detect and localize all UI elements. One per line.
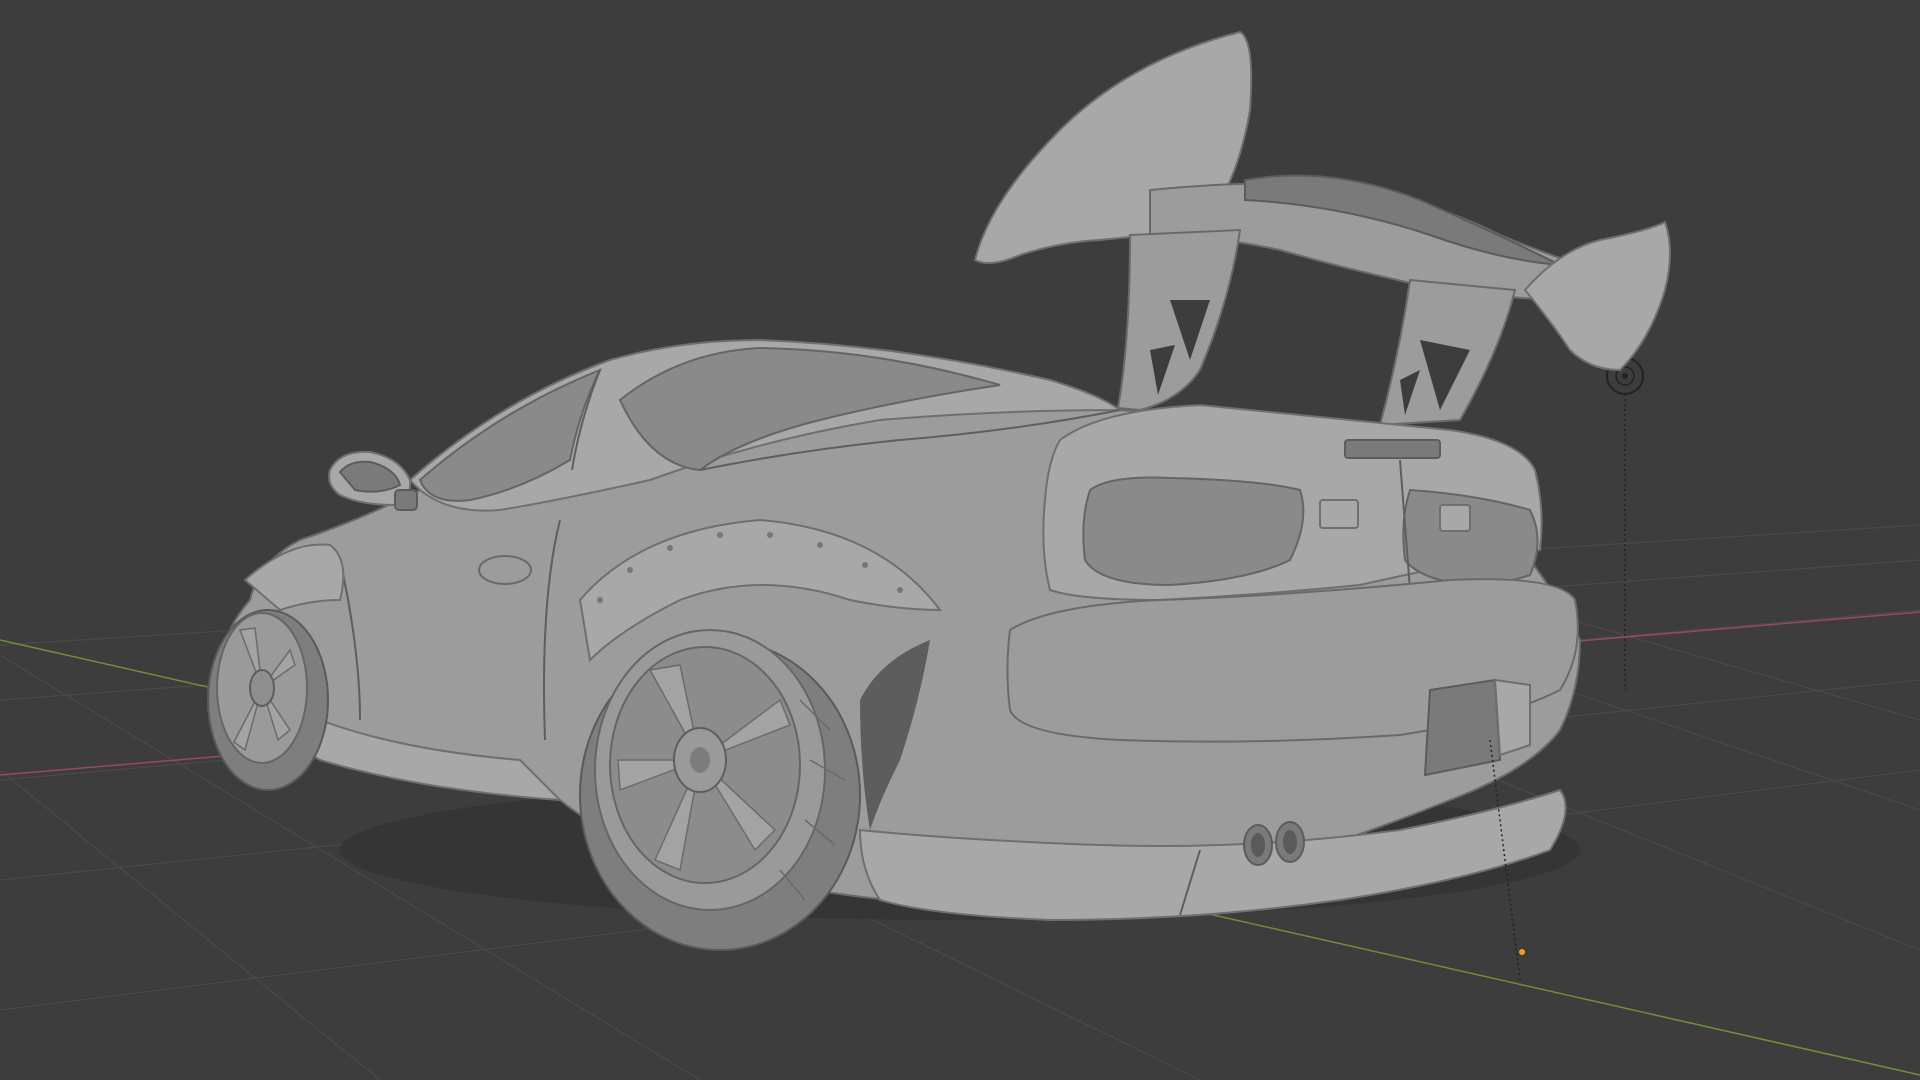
rear-wing: [973, 30, 1671, 427]
side-mirror: [328, 450, 418, 511]
3d-viewport[interactable]: [0, 0, 1920, 1080]
third-brake-light: [1344, 439, 1441, 459]
light-empty-icon[interactable]: [1606, 357, 1644, 690]
viewport-canvas[interactable]: [0, 0, 1920, 1080]
fuel-door: [478, 555, 532, 585]
tail-light-left: [1082, 476, 1305, 587]
tail-light-marker-left: [1319, 499, 1359, 529]
license-plate-recess: [1423, 678, 1502, 777]
tail-light-marker-right: [1439, 504, 1471, 532]
front-wheel: [207, 609, 329, 791]
car-model[interactable]: [207, 30, 1671, 951]
